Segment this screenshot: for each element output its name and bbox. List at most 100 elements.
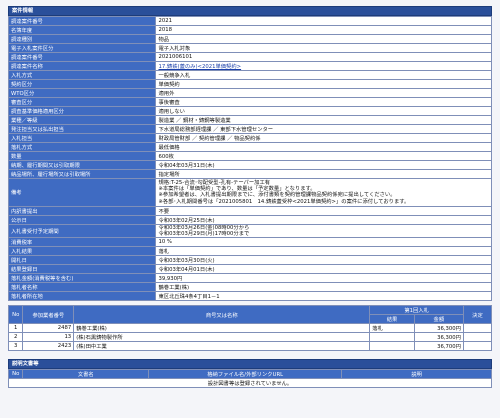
- field-label: 調達案件名称: [7, 61, 157, 71]
- info-row: 調達種別 物品: [7, 34, 492, 44]
- bid-row: 1 2487 鶴巻工業(株) 落札 36,300円: [7, 323, 493, 334]
- bid-row: 3 2423 (株)田中工業 36,700円: [7, 341, 493, 352]
- field-value: 令和03年03月30日(火): [155, 255, 492, 266]
- field-value: 落札: [155, 246, 492, 257]
- field-value: 令和03年03月26日(金)08時00分から 令和03年03月29日(月)17時0…: [155, 223, 492, 239]
- field-label: 調達案件番号: [7, 52, 157, 62]
- docs-empty-row: 設計図書等は登録されていません。: [8, 378, 492, 389]
- field-value: 10 %: [155, 237, 492, 248]
- field-label: 備考: [7, 178, 157, 207]
- bid-cell-name: 鶴巻工業(株): [73, 323, 371, 334]
- field-value: 不要: [155, 205, 492, 216]
- field-label: 納期、履行期間又は引取期限: [7, 160, 157, 170]
- info-row: 調達案件名称 17.鋳鉄(蓋のみ)<2021単価契約>: [7, 61, 492, 71]
- bid-cell-no: 3: [7, 341, 24, 352]
- field-value: 600枚: [155, 151, 492, 161]
- value-line: ※各部･入札期間番号は「2021005801 14.鋳鉄蓋受枠<2021単価契約…: [158, 198, 410, 205]
- bid-cell-name: (株)石黒鋳物製作所: [73, 332, 371, 343]
- col-header-participant-number: 参加業者番号: [22, 305, 75, 325]
- field-label: 消費税率: [7, 237, 157, 248]
- field-value: 事後審査: [155, 97, 492, 107]
- bid-results-table: No 参加業者番号 商号又は名称 第1回入札 決定 結果 金額 1 2487 鶴巻工…: [7, 305, 493, 352]
- field-label: 落札者所在地: [7, 291, 157, 302]
- field-label: 審査区分: [7, 97, 157, 107]
- bid-cell-decision: [462, 332, 493, 343]
- bid-cell-reg: 2423: [22, 341, 75, 352]
- col-header-round1: 第1回入札: [369, 305, 464, 316]
- info-row: 調達案件番号 2021: [7, 16, 492, 26]
- field-value: 製造業 ／ 鋼材・鋳鋼等製造業: [155, 115, 492, 125]
- field-label: 落札者名称: [7, 282, 157, 293]
- field-label: 公示日: [7, 214, 157, 225]
- field-label: 開札日: [7, 255, 157, 266]
- bid-cell-reg: 13: [22, 332, 75, 343]
- bid-row: 2 13 (株)石黒鋳物製作所 36,300円: [7, 332, 493, 343]
- docs-col-desc: 説明: [341, 369, 492, 380]
- col-header-no: No: [7, 305, 24, 325]
- info-row: 数量 600枚: [7, 151, 492, 161]
- info-row: 消費税率 10 %: [7, 237, 492, 248]
- field-label: 落札金額(消費税等を含む): [7, 273, 157, 284]
- field-value: 下水道局総務部経理課 ／ 東部下水管理センター: [155, 124, 492, 134]
- col-header-decision: 決定: [462, 305, 493, 325]
- section-header-docs: 説明文書等: [8, 359, 492, 370]
- field-value: 規格:T-25-合流･勾配受型-孔有-テーパー加工有 ※本案件は「単価契約」であり…: [155, 178, 492, 207]
- info-row: WTO区分 適用外: [7, 88, 492, 98]
- bid-cell-reg: 2487: [22, 323, 75, 334]
- field-label: 入札書受付予定期間: [7, 223, 157, 239]
- field-label: 電子入札案件区分: [7, 43, 157, 53]
- field-label: 調達案件番号: [7, 16, 157, 26]
- section-header-case-info: 案件情報: [8, 6, 492, 16]
- field-label: 内訳書提出: [7, 205, 157, 216]
- field-label: 数量: [7, 151, 157, 161]
- info-row-remarks: 備考 規格:T-25-合流･勾配受型-孔有-テーパー加工有 ※本案件は「単価契約」で…: [7, 178, 492, 207]
- info-row: 開札日 令和03年03月30日(火): [7, 255, 492, 266]
- docs-col-name: 文書名: [22, 369, 150, 380]
- field-label: 入札方式: [7, 70, 157, 80]
- field-value: 一般競争入札: [155, 70, 492, 80]
- bid-cell-decision: [462, 341, 493, 352]
- docs-table: No 文書名 格納ファイル名/外部リンクURL 説明 設計図書等は登録されていま…: [7, 369, 492, 389]
- bid-cell-amount: 36,700円: [413, 341, 464, 352]
- case-info-table: 調達案件番号 2021 名簿年度 2018 調達種別 物品 電子入札案件区分 電子入札対象 調達…: [7, 16, 492, 302]
- info-row: 納品場所、履行場所又は引取場所 指定場所: [7, 169, 492, 179]
- field-value: 最低価格: [155, 142, 492, 152]
- field-label: 調達種別: [7, 34, 157, 44]
- field-value: 物品: [155, 34, 492, 44]
- field-label: 入札結果: [7, 246, 157, 257]
- field-value: 17.鋳鉄(蓋のみ)<2021単価契約>: [155, 61, 492, 71]
- info-row: 契約区分 単価契約: [7, 79, 492, 89]
- field-value: 適用しない: [155, 106, 492, 116]
- docs-empty-message: 設計図書等は登録されていません。: [8, 378, 492, 389]
- field-value: 2021006101: [155, 52, 492, 62]
- field-value: 2021: [155, 16, 492, 26]
- field-value: 令和03年04月01日(木): [155, 264, 492, 275]
- bid-cell-no: 2: [7, 332, 24, 343]
- field-value: 鶴巻工業(株): [155, 282, 492, 293]
- docs-col-no: No: [7, 369, 24, 380]
- field-value: 単価契約: [155, 79, 492, 89]
- info-row: 結果登録日 令和03年04月01日(木): [7, 264, 492, 275]
- info-row: 内訳書提出 不要: [7, 205, 492, 216]
- info-row: 審査区分 事後審査: [7, 97, 492, 107]
- bid-cell-name: (株)田中工業: [73, 341, 371, 352]
- info-row: 納期、履行期間又は引取期限 令和04年03月31日(木): [7, 160, 492, 170]
- info-row: 発注担当又は払出担当 下水道局総務部経理課 ／ 東部下水管理センター: [7, 124, 492, 134]
- field-value: 財政局管財部 ／ 契約管理課 ／ 物品契約係: [155, 133, 492, 143]
- field-label: 結果登録日: [7, 264, 157, 275]
- field-value: 2018: [155, 25, 492, 35]
- docs-col-file: 格納ファイル名/外部リンクURL: [148, 369, 343, 380]
- info-row: 電子入札案件区分 電子入札対象: [7, 43, 492, 53]
- info-row: 落札者名称 鶴巻工業(株): [7, 282, 492, 293]
- col-header-result: 結果: [369, 314, 415, 325]
- info-row: 落札金額(消費税等を含む) 39,930円: [7, 273, 492, 284]
- field-value: 電子入札対象: [155, 43, 492, 53]
- field-value: 東区北丘珠4条4丁目1－1: [155, 291, 492, 302]
- info-row: 名簿年度 2018: [7, 25, 492, 35]
- field-value: 適用外: [155, 88, 492, 98]
- page: 案件情報 調達案件番号 2021 名簿年度 2018 調達種別 物品 電子入札案件区分 電子入…: [7, 6, 493, 389]
- bid-cell-no: 1: [7, 323, 24, 334]
- field-value: 令和04年03月31日(木): [155, 160, 492, 170]
- field-label: 発注担当又は払出担当: [7, 124, 157, 134]
- field-label: WTO区分: [7, 88, 157, 98]
